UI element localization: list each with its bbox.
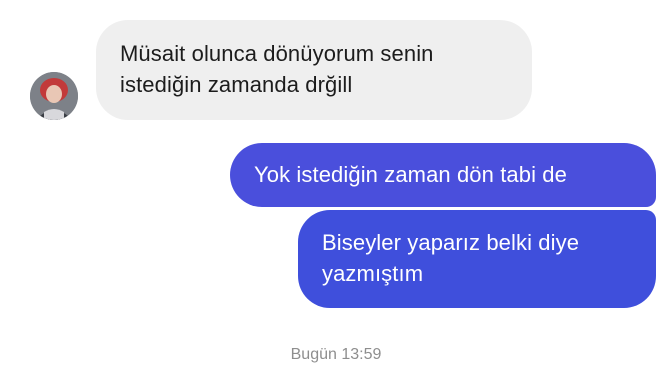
message-timestamp: Bugün 13:59 [0, 346, 672, 364]
sender-avatar[interactable] [30, 72, 78, 120]
timestamp-text: Bugün 13:59 [290, 346, 382, 363]
person-avatar-icon [30, 72, 78, 120]
message-text-line: yazmıştım [322, 261, 424, 286]
message-text-line: Biseyler yaparız belki diye [322, 230, 580, 255]
incoming-message-bubble[interactable]: Müsait olunca dönüyorum senin istediğin … [96, 20, 532, 120]
outgoing-message-bubble[interactable]: Yok istediğin zaman dön tabi de [230, 143, 656, 207]
message-text-line: istediğin zamanda drğill [120, 72, 353, 97]
message-text-line: Yok istediğin zaman dön tabi de [254, 162, 567, 187]
message-text-line: Müsait olunca dönüyorum senin [120, 41, 434, 66]
outgoing-message-bubble[interactable]: Biseyler yaparız belki diye yazmıştım [298, 210, 656, 308]
